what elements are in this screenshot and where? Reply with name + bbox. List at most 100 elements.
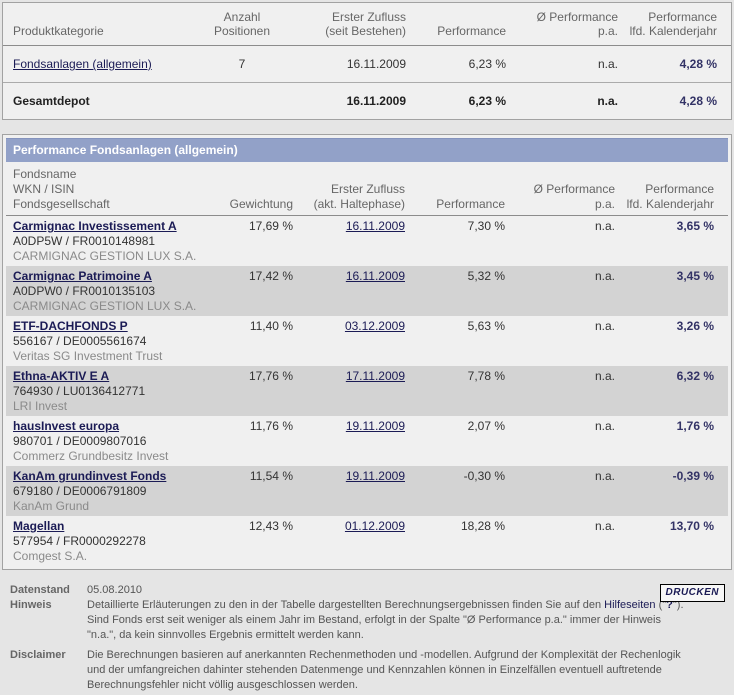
fund-company: CARMIGNAC GESTION LUX S.A. xyxy=(13,248,223,263)
hilfeseiten-link[interactable]: Hilfeseiten xyxy=(604,599,655,611)
summary-row-gesamtdepot: Gesamtdepot 16.11.2009 6,23 % n.a. 4,28 … xyxy=(3,83,731,119)
header-gewichtung: Gewichtung xyxy=(223,197,293,212)
inflow-date-link[interactable]: 03.12.2009 xyxy=(345,319,405,333)
weight-value: 11,54 % xyxy=(223,468,293,483)
performance-pa-value: n.a. xyxy=(506,57,618,71)
performance-ytd-value: 3,65 % xyxy=(615,218,714,233)
performance-value: -0,30 % xyxy=(405,468,505,483)
wkn-isin: 980701 / DE0009807016 xyxy=(13,433,223,448)
fund-company: Veritas SG Investment Trust xyxy=(13,348,223,363)
performance-pa-value: n.a. xyxy=(505,318,615,333)
header-produktkategorie: Produktkategorie xyxy=(13,24,203,38)
fondsanlagen-link[interactable]: Fondsanlagen (allgemein) xyxy=(13,57,152,71)
performance-pa-value: n.a. xyxy=(505,518,615,533)
inflow-date-link[interactable]: 01.12.2009 xyxy=(345,519,405,533)
header-fondsname: Fondsname WKN / ISIN Fondsgesellschaft xyxy=(13,167,223,212)
inflow-date: 16.11.2009 xyxy=(281,94,406,108)
fund-table-header: Fondsname WKN / ISIN Fondsgesellschaft G… xyxy=(6,162,728,216)
footer-notes: DRUCKEN Datenstand 05.08.2010 Hinweis De… xyxy=(2,583,732,693)
inflow-date-link[interactable]: 16.11.2009 xyxy=(346,269,405,283)
header-performance: Performance xyxy=(406,24,506,38)
fund-row: ETF-DACHFONDS P 556167 / DE0005561674 Ve… xyxy=(6,316,728,366)
print-button[interactable]: DRUCKEN xyxy=(660,584,726,602)
inflow-date-link[interactable]: 16.11.2009 xyxy=(346,219,405,233)
weight-value: 17,69 % xyxy=(223,218,293,233)
header-erster-zufluss: Erster Zufluss (akt. Haltephase) xyxy=(293,182,405,212)
performance-ytd-value: 3,45 % xyxy=(615,268,714,283)
fund-company: KanAm Grund xyxy=(13,498,223,513)
inflow-date-link[interactable]: 19.11.2009 xyxy=(346,419,405,433)
hinweis-row: Hinweis Detaillierte Erläuterungen zu de… xyxy=(10,598,732,643)
wkn-isin: 577954 / FR0000292278 xyxy=(13,533,223,548)
performance-pa-value: n.a. xyxy=(505,468,615,483)
summary-table: Produktkategorie Anzahl Positionen Erste… xyxy=(2,2,732,120)
fund-performance-table: Performance Fondsanlagen (allgemein) Fon… xyxy=(2,134,732,570)
performance-ytd-value: 13,70 % xyxy=(615,518,714,533)
performance-pa-value: n.a. xyxy=(505,368,615,383)
fund-table-title: Performance Fondsanlagen (allgemein) xyxy=(6,138,728,162)
datenstand-value: 05.08.2010 xyxy=(87,583,687,598)
disclaimer-row: Disclaimer Die Berechnungen basieren auf… xyxy=(10,648,732,693)
disclaimer-text: Die Berechnungen basieren auf anerkannte… xyxy=(87,648,687,693)
inflow-date-link[interactable]: 17.11.2009 xyxy=(346,369,405,383)
header-anzahl-positionen: Anzahl Positionen xyxy=(203,10,281,38)
fund-name-link[interactable]: Ethna-AKTIV E A xyxy=(13,369,109,383)
weight-value: 17,76 % xyxy=(223,368,293,383)
performance-value: 5,32 % xyxy=(405,268,505,283)
wkn-isin: A0DPW0 / FR0010135103 xyxy=(13,283,223,298)
fund-row: hausInvest europa 980701 / DE0009807016 … xyxy=(6,416,728,466)
performance-value: 6,23 % xyxy=(406,94,506,108)
fund-row: Carmignac Investissement A A0DP5W / FR00… xyxy=(6,216,728,266)
performance-ytd-value: 6,32 % xyxy=(615,368,714,383)
header-performance-pa: Ø Performance p.a. xyxy=(505,182,615,212)
fund-row: KanAm grundinvest Fonds 679180 / DE00067… xyxy=(6,466,728,516)
performance-value: 18,28 % xyxy=(405,518,505,533)
wkn-isin: 556167 / DE0005561674 xyxy=(13,333,223,348)
fund-name-link[interactable]: ETF-DACHFONDS P xyxy=(13,319,128,333)
performance-value: 7,78 % xyxy=(405,368,505,383)
disclaimer-label: Disclaimer xyxy=(10,648,87,693)
header-performance: Performance xyxy=(405,197,505,212)
fund-name-link[interactable]: Carmignac Patrimoine A xyxy=(13,269,152,283)
summary-table-header: Produktkategorie Anzahl Positionen Erste… xyxy=(3,3,731,46)
performance-ytd-value: -0,39 % xyxy=(615,468,714,483)
fund-name-link[interactable]: KanAm grundinvest Fonds xyxy=(13,469,166,483)
performance-value: 5,63 % xyxy=(405,318,505,333)
datenstand-row: Datenstand 05.08.2010 xyxy=(10,583,732,598)
wkn-isin: A0DP5W / FR0010148981 xyxy=(13,233,223,248)
performance-pa-value: n.a. xyxy=(505,218,615,233)
fund-company: Commerz Grundbesitz Invest xyxy=(13,448,223,463)
fund-company: LRI Invest xyxy=(13,398,223,413)
performance-ytd-value: 3,26 % xyxy=(615,318,714,333)
header-performance-ytd: Performance lfd. Kalenderjahr xyxy=(615,182,714,212)
fund-row: Ethna-AKTIV E A 764930 / LU0136412771 LR… xyxy=(6,366,728,416)
wkn-isin: 679180 / DE0006791809 xyxy=(13,483,223,498)
header-performance-ytd: Performance lfd. Kalenderjahr xyxy=(618,10,717,38)
weight-value: 17,42 % xyxy=(223,268,293,283)
performance-ytd-value: 4,28 % xyxy=(618,94,717,108)
hinweis-text: Detaillierte Erläuterungen zu den in der… xyxy=(87,598,687,643)
performance-ytd-value: 4,28 % xyxy=(618,57,717,71)
summary-row-fondsanlagen: Fondsanlagen (allgemein) 7 16.11.2009 6,… xyxy=(3,46,731,83)
fund-row: Carmignac Patrimoine A A0DPW0 / FR001013… xyxy=(6,266,728,316)
inflow-date: 16.11.2009 xyxy=(281,57,406,71)
fund-row: Magellan 577954 / FR0000292278 Comgest S… xyxy=(6,516,728,566)
fund-name-link[interactable]: Carmignac Investissement A xyxy=(13,219,177,233)
wkn-isin: 764930 / LU0136412771 xyxy=(13,383,223,398)
inflow-date-link[interactable]: 19.11.2009 xyxy=(346,469,405,483)
performance-value: 6,23 % xyxy=(406,57,506,71)
datenstand-label: Datenstand xyxy=(10,583,87,598)
performance-pa-value: n.a. xyxy=(506,94,618,108)
weight-value: 11,76 % xyxy=(223,418,293,433)
performance-ytd-value: 1,76 % xyxy=(615,418,714,433)
positions-value: 7 xyxy=(203,57,281,71)
fund-name-link[interactable]: hausInvest europa xyxy=(13,419,119,433)
performance-pa-value: n.a. xyxy=(505,268,615,283)
header-erster-zufluss: Erster Zufluss (seit Bestehen) xyxy=(281,10,406,38)
performance-value: 2,07 % xyxy=(405,418,505,433)
fund-name-link[interactable]: Magellan xyxy=(13,519,64,533)
hinweis-label: Hinweis xyxy=(10,598,87,643)
page: Produktkategorie Anzahl Positionen Erste… xyxy=(0,0,734,695)
header-performance-pa: Ø Performance p.a. xyxy=(506,10,618,38)
performance-pa-value: n.a. xyxy=(505,418,615,433)
